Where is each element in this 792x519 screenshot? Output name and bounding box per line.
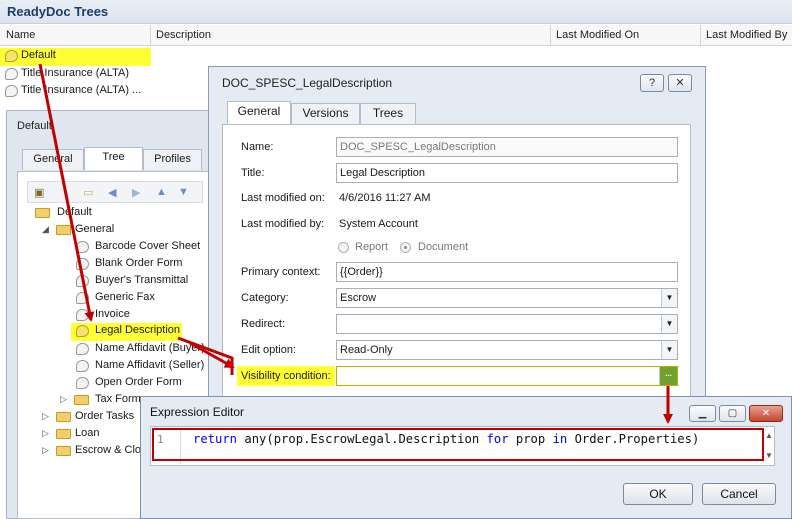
tab-tree[interactable]: Tree xyxy=(84,147,143,170)
annotation-arrows xyxy=(38,63,673,424)
arrow-legal-to-visibility xyxy=(177,336,234,375)
arrow-default-to-legal xyxy=(38,63,95,322)
tab-general[interactable]: General xyxy=(227,101,291,124)
